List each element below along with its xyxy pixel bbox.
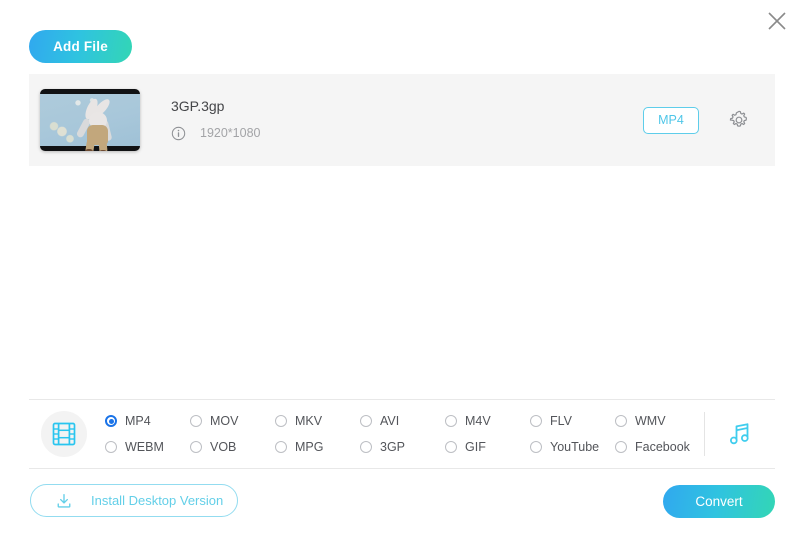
music-note-icon [730,423,749,445]
format-option-label: MOV [210,413,239,428]
file-thumbnail [40,89,140,151]
format-option-m4v[interactable]: M4V [445,408,530,434]
format-option-facebook[interactable]: Facebook [615,434,700,460]
radio-icon [530,441,542,453]
film-strip-icon [52,422,76,446]
format-option-label: 3GP [380,439,406,454]
thumbnail-image [40,94,140,151]
format-option-label: GIF [465,439,486,454]
format-option-wmv[interactable]: WMV [615,408,700,434]
format-option-vob[interactable]: VOB [190,434,275,460]
format-option-label: VOB [210,439,237,454]
format-option-3gp[interactable]: 3GP [360,434,445,460]
format-option-label: AVI [380,413,400,428]
format-option-mp4[interactable]: MP4 [105,408,190,434]
format-option-gif[interactable]: GIF [445,434,530,460]
close-window-button[interactable] [760,4,794,38]
video-formats-button[interactable] [41,411,87,457]
thumbnail-shape [85,149,93,151]
radio-icon [275,441,287,453]
radio-icon [360,441,372,453]
format-options-grid: MP4 MOV MKV AVI M4V FLV WMV WEBM VOB MPG… [105,408,700,460]
format-option-label: FLV [550,413,572,428]
file-row[interactable]: 3GP.3gp 1920*1080 MP4 [29,74,775,166]
gear-icon [729,110,747,127]
format-option-label: MKV [295,413,323,428]
format-option-avi[interactable]: AVI [360,408,445,434]
radio-icon [445,415,457,427]
file-details: 1920*1080 [171,126,643,141]
format-option-youtube[interactable]: YouTube [530,434,615,460]
add-file-button[interactable]: Add File [29,30,132,63]
radio-icon [190,441,202,453]
close-icon [768,12,786,30]
radio-icon [105,415,117,427]
file-settings-button[interactable] [727,108,751,132]
radio-icon [615,441,627,453]
radio-icon [105,441,117,453]
install-desktop-version-button[interactable]: Install Desktop Version [30,484,238,517]
file-info: 3GP.3gp 1920*1080 [171,99,643,141]
format-option-label: WEBM [125,439,164,454]
convert-button[interactable]: Convert [663,485,775,518]
format-option-label: WMV [635,413,666,428]
format-option-label: M4V [465,413,491,428]
format-option-label: MP4 [125,413,151,428]
format-picker-section: MP4 MOV MKV AVI M4V FLV WMV WEBM VOB MPG… [29,399,775,469]
radio-icon [615,415,627,427]
converter-app: Add File 3GP.3gp 1920*1080 MP4 MP4 MOV M… [0,0,800,542]
format-option-mpg[interactable]: MPG [275,434,360,460]
radio-icon [275,415,287,427]
radio-icon [445,441,457,453]
audio-formats-button[interactable] [705,420,775,448]
radio-icon [530,415,542,427]
download-icon [57,493,71,508]
add-file-area: Add File [29,30,132,63]
format-option-mkv[interactable]: MKV [275,408,360,434]
format-option-webm[interactable]: WEBM [105,434,190,460]
format-option-label: YouTube [550,439,600,454]
install-desktop-version-label: Install Desktop Version [91,493,224,508]
file-resolution: 1920*1080 [200,126,261,141]
format-option-mov[interactable]: MOV [190,408,275,434]
file-list: 3GP.3gp 1920*1080 MP4 [29,74,775,166]
radio-icon [360,415,372,427]
radio-icon [190,415,202,427]
file-name: 3GP.3gp [171,98,225,114]
thumbnail-shape [99,150,107,151]
format-option-flv[interactable]: FLV [530,408,615,434]
format-option-label: Facebook [635,439,690,454]
info-circle-icon[interactable] [171,126,186,141]
format-option-label: MPG [295,439,324,454]
file-target-format-button[interactable]: MP4 [643,106,699,134]
